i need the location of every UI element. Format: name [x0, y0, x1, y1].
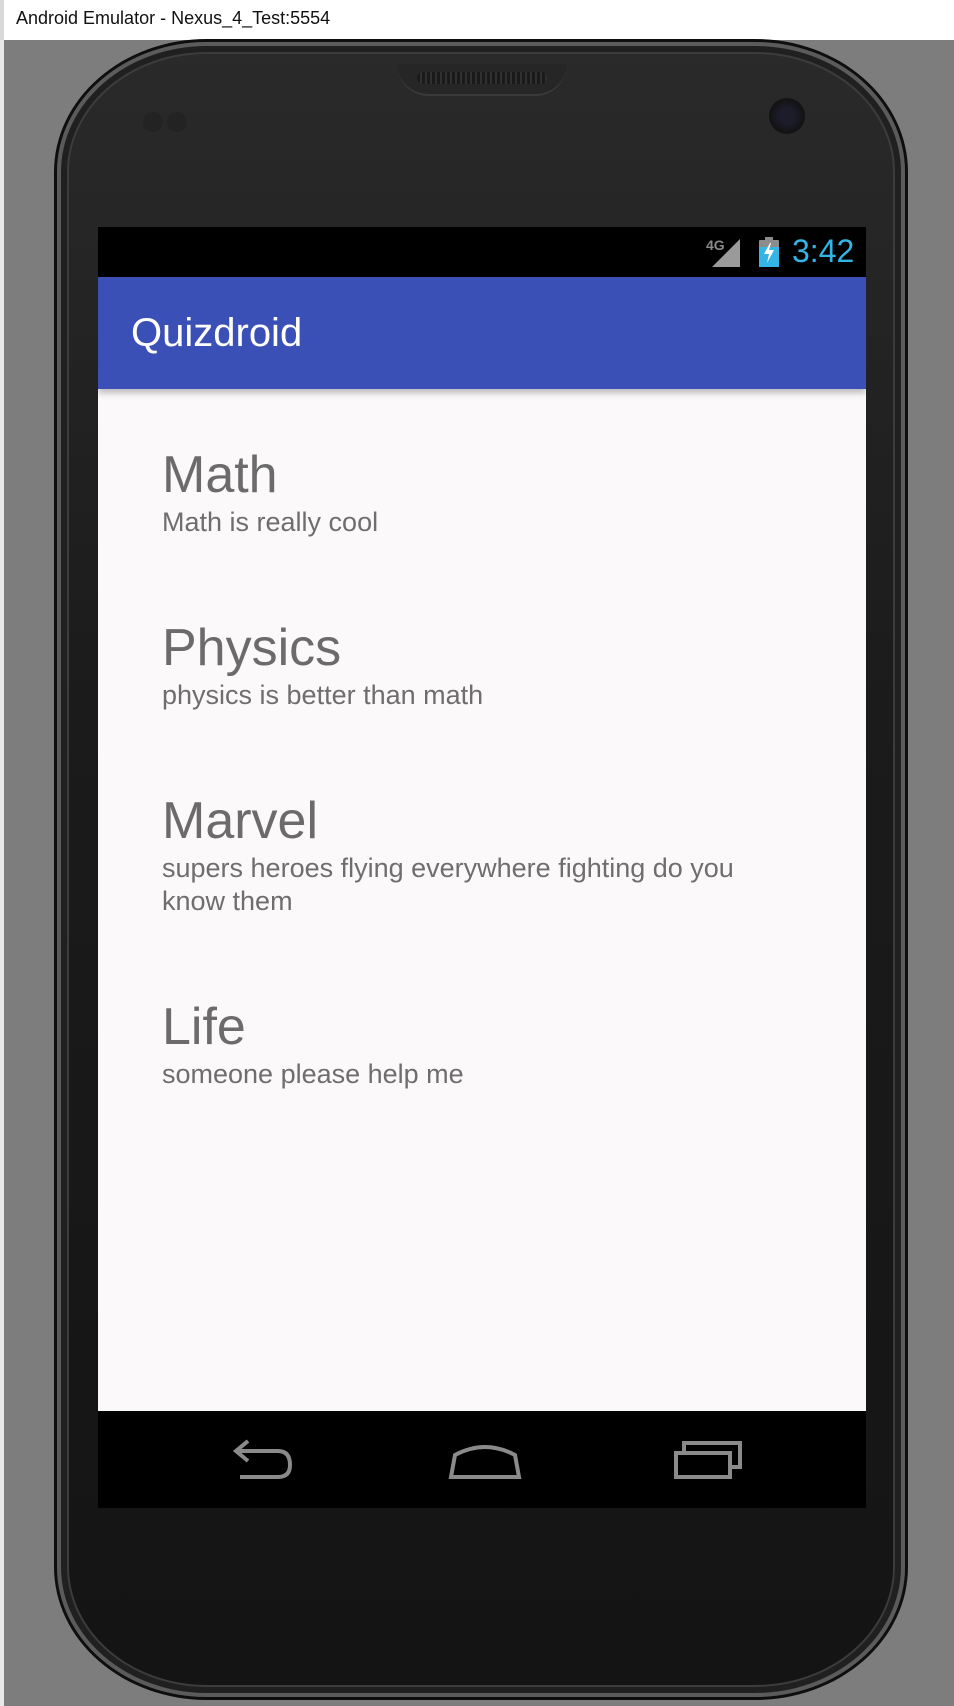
topic-description: supers heroes flying everywhere fighting… — [162, 853, 734, 916]
topic-title: Physics — [162, 619, 342, 677]
topic-title: Marvel — [162, 792, 319, 850]
light-sensor — [167, 112, 187, 132]
topic-item-math[interactable]: Math Math is really cool — [162, 444, 802, 539]
earpiece-speaker — [397, 64, 567, 96]
topic-title: Math — [162, 446, 278, 504]
status-clock: 3:42 — [792, 233, 855, 269]
topic-description: physics is better than math — [162, 680, 484, 710]
home-icon[interactable] — [445, 1433, 525, 1487]
topic-item-physics[interactable]: Physics physics is better than math — [162, 617, 802, 712]
window-title: Android Emulator - Nexus_4_Test:5554 — [16, 8, 331, 28]
app-toolbar: Quizdroid — [98, 277, 866, 389]
topic-item-marvel[interactable]: Marvel supers heroes flying everywhere f… — [162, 790, 802, 918]
desktop-edge — [0, 40, 4, 1706]
navigation-bar — [98, 1411, 866, 1508]
network-type: 4G — [706, 237, 725, 253]
device-screen: 4G 3:42 Quizdroid Math Math is really co… — [98, 227, 866, 1508]
front-camera — [769, 98, 805, 134]
proximity-sensor — [143, 112, 163, 132]
topic-description: Math is really cool — [162, 507, 379, 537]
window-titlebar: Android Emulator - Nexus_4_Test:5554 — [0, 0, 954, 40]
topic-item-life[interactable]: Life someone please help me — [162, 996, 802, 1091]
status-bar: 4G 3:42 — [98, 227, 866, 277]
speaker-grill — [417, 72, 547, 84]
back-icon[interactable] — [220, 1433, 300, 1487]
battery-charging-icon — [759, 237, 779, 267]
app-title: Quizdroid — [131, 311, 303, 355]
recents-icon[interactable] — [670, 1433, 750, 1487]
topic-description: someone please help me — [162, 1059, 464, 1089]
topic-title: Life — [162, 998, 246, 1056]
